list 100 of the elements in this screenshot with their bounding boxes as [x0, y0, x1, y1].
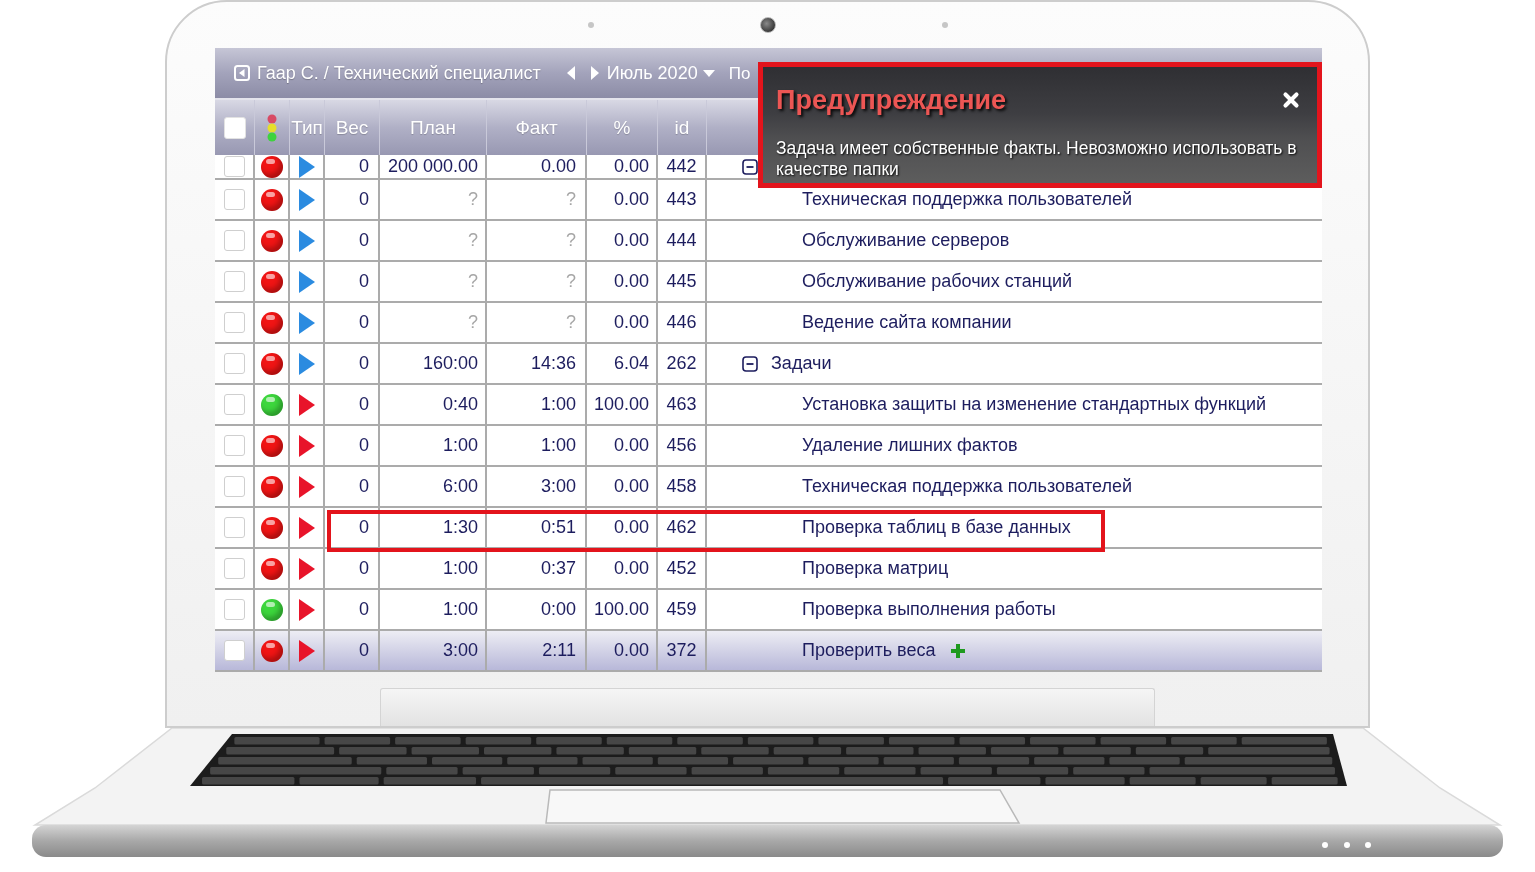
- column-header: %: [613, 118, 631, 137]
- task-name[interactable]: Проверка таблиц в базе данных: [802, 517, 1071, 538]
- weight-value: 0: [359, 517, 369, 538]
- task-name[interactable]: Задачи: [771, 353, 832, 374]
- table-row[interactable]: 0 ? ? 0.00 443 Техническая поддержка пользователей: [215, 180, 1322, 221]
- row-checkbox[interactable]: [223, 156, 245, 177]
- task-name[interactable]: Проверка выполнения работы: [802, 599, 1056, 620]
- fact-value: ?: [566, 189, 576, 210]
- table-row[interactable]: 0 1:00 0:00 100.00 459 Проверка выполнения работы: [215, 590, 1322, 631]
- indicator-light-icon: [1344, 842, 1350, 848]
- weight-value: 0: [359, 271, 369, 292]
- task-id: 456: [666, 435, 697, 456]
- table-row[interactable]: 0 0:40 1:00 100.00 463 Установка защиты на изменение стандартных функций: [215, 385, 1322, 426]
- table-row[interactable]: 0 200 000.00 0.00 0.00 442: [215, 155, 758, 180]
- task-id: 442: [666, 156, 697, 177]
- column-header: Вес: [335, 118, 369, 137]
- dialog-title: Предупреждение: [776, 85, 1007, 115]
- plan-value: 160:00: [422, 353, 478, 374]
- back-button[interactable]: [232, 63, 252, 83]
- weight-value: 0: [359, 353, 369, 374]
- fact-value: 1:00: [540, 394, 576, 415]
- weight-value: 0: [359, 558, 369, 579]
- row-checkbox[interactable]: [223, 435, 245, 456]
- table-row[interactable]: 0 6:00 3:00 0.00 458 Техническая поддержка пользователей: [215, 467, 1322, 508]
- task-name[interactable]: Удаление лишних фактов: [802, 435, 1018, 456]
- column-header: Факт: [515, 118, 558, 137]
- table-row[interactable]: 0 ? ? 0.00 446 Ведение сайта компании: [215, 303, 1322, 344]
- column-header: Тип: [291, 118, 323, 137]
- percent-value: 0.00: [613, 476, 649, 497]
- fact-value: ?: [566, 312, 576, 333]
- weight-value: 0: [359, 599, 369, 620]
- table-row[interactable]: 0 ? ? 0.00 444 Обслуживание серверов: [215, 221, 1322, 262]
- task-name[interactable]: Техническая поддержка пользователей: [802, 189, 1133, 210]
- task-name[interactable]: Установка защиты на изменение стандартных функций: [802, 394, 1267, 415]
- row-checkbox[interactable]: [223, 230, 245, 251]
- fact-value: 0:37: [540, 558, 576, 579]
- row-checkbox[interactable]: [223, 558, 245, 579]
- fact-value: 3:00: [540, 476, 576, 497]
- row-checkbox[interactable]: [223, 189, 245, 210]
- weight-value: 0: [359, 640, 369, 661]
- row-checkbox[interactable]: [223, 353, 245, 374]
- indicator-light-icon: [1322, 842, 1328, 848]
- table-row[interactable]: 0 1:00 1:00 0.00 456 Удаление лишних фактов: [215, 426, 1322, 467]
- task-name[interactable]: Обслуживание серверов: [802, 230, 1010, 251]
- table-row[interactable]: 0 1:00 0:37 0.00 452 Проверка матриц: [215, 549, 1322, 590]
- percent-value: 0.00: [613, 558, 649, 579]
- next-icon: [590, 66, 599, 80]
- task-id: 262: [666, 353, 697, 374]
- column-header: План: [410, 118, 456, 137]
- fact-value: 0.00: [540, 156, 576, 177]
- table-row[interactable]: 0 1:30 0:51 0.00 462 Проверка таблиц в базе данных: [215, 508, 1322, 549]
- plan-value: 1:30: [442, 517, 478, 538]
- plan-value: 1:00: [442, 435, 478, 456]
- traffic-light-icon: [267, 113, 277, 142]
- fact-value: 0:51: [540, 517, 576, 538]
- table-row[interactable]: 0 160:00 14:36 6.04 262 Задачи: [215, 344, 1322, 385]
- indicator-light-icon: [1365, 842, 1371, 848]
- percent-value: 0.00: [613, 189, 649, 210]
- plan-value: ?: [468, 189, 478, 210]
- plus-icon[interactable]: [951, 643, 966, 658]
- percent-value: 6.04: [613, 353, 649, 374]
- plan-value: ?: [468, 312, 478, 333]
- row-checkbox[interactable]: [223, 599, 245, 620]
- minus-square-icon[interactable]: [742, 158, 758, 175]
- percent-value: 100.00: [593, 599, 649, 620]
- weight-value: 0: [359, 476, 369, 497]
- fact-value: ?: [566, 230, 576, 251]
- previous-icon: [566, 66, 575, 80]
- percent-value: 0.00: [613, 271, 649, 292]
- row-checkbox[interactable]: [223, 517, 245, 538]
- fact-value: ?: [566, 271, 576, 292]
- select-all-checkbox[interactable]: [223, 116, 246, 139]
- task-name[interactable]: Проверка матриц: [802, 558, 949, 579]
- task-id: 372: [666, 640, 697, 661]
- task-name[interactable]: Техническая поддержка пользователей: [802, 476, 1133, 497]
- plan-value: 6:00: [442, 476, 478, 497]
- row-checkbox[interactable]: [223, 476, 245, 497]
- next-month-button[interactable]: [588, 64, 601, 82]
- table-row[interactable]: 0 3:00 2:11 0.00 372 Проверить веса: [215, 631, 1322, 672]
- row-checkbox[interactable]: [223, 640, 245, 661]
- task-name[interactable]: Ведение сайта компании: [802, 312, 1012, 333]
- task-id: 443: [666, 189, 697, 210]
- task-id: 458: [666, 476, 697, 497]
- task-name[interactable]: Обслуживание рабочих станций: [802, 271, 1073, 292]
- fact-value: 1:00: [540, 435, 576, 456]
- row-checkbox[interactable]: [223, 312, 245, 333]
- minus-square-icon[interactable]: [742, 355, 758, 372]
- plan-value: 1:00: [442, 558, 478, 579]
- column-header: id: [674, 118, 690, 137]
- row-checkbox[interactable]: [223, 394, 245, 415]
- caret-down-icon: [702, 69, 715, 77]
- weight-value: 0: [359, 156, 369, 177]
- plan-value: 3:00: [442, 640, 478, 661]
- task-id: 462: [666, 517, 697, 538]
- table-row[interactable]: 0 ? ? 0.00 445 Обслуживание рабочих станций: [215, 262, 1322, 303]
- weight-value: 0: [359, 435, 369, 456]
- plan-value: ?: [468, 271, 478, 292]
- row-checkbox[interactable]: [223, 271, 245, 292]
- task-id: 463: [666, 394, 697, 415]
- task-name[interactable]: Проверить веса: [802, 640, 936, 661]
